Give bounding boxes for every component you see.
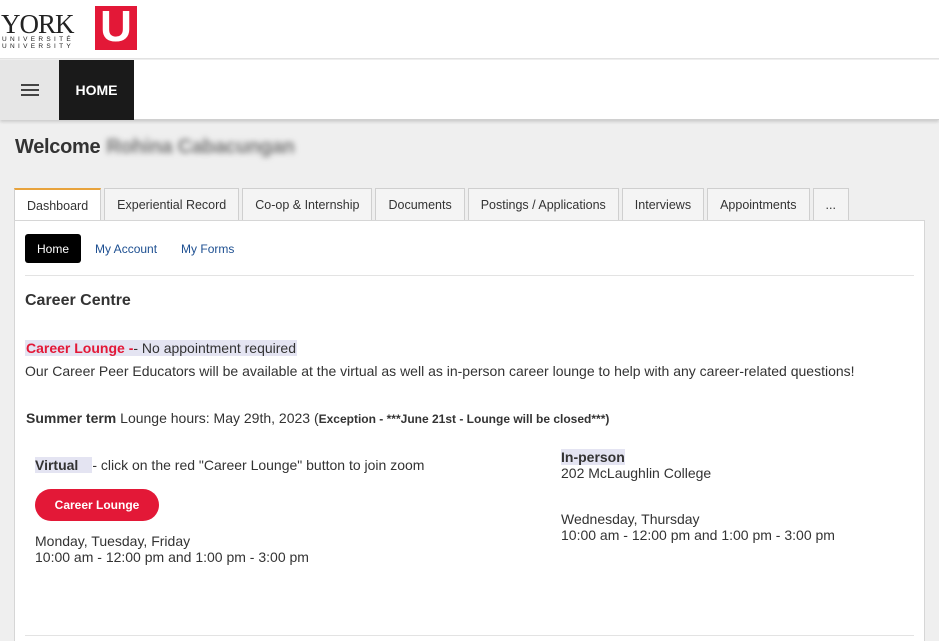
home-nav-button[interactable]: HOME	[59, 60, 134, 120]
user-name: Rohina Cabacungan	[106, 136, 295, 158]
lounge-description: Our Career Peer Educators will be availa…	[25, 363, 855, 379]
main-navbar: HOME	[0, 60, 939, 120]
inperson-label: In-person	[561, 449, 625, 465]
term-label: Summer term	[26, 410, 117, 426]
bottom-divider	[25, 635, 914, 636]
section-title: Career Centre	[25, 292, 131, 309]
tab-interviews[interactable]: Interviews	[621, 188, 705, 220]
divider	[25, 275, 914, 276]
career-lounge-label: Career Lounge -	[26, 340, 134, 356]
inperson-heading: In-person 202 McLaughlin College	[561, 449, 711, 481]
virtual-heading: Virtual - click on the red "Career Lounge…	[35, 457, 424, 473]
top-header: YORK UNIVERSITÉ UNIVERSITY U	[0, 0, 939, 59]
dashboard-panel: Home My Account My Forms Career Centre C…	[14, 220, 925, 641]
main-tabs: Dashboard Experiential Record Co-op & In…	[14, 188, 852, 221]
term-hours: Summer term Lounge hours: May 29th, 2023…	[26, 410, 609, 426]
sub-navigation: Home My Account My Forms	[25, 234, 246, 263]
tab-experiential-record[interactable]: Experiential Record	[104, 188, 240, 220]
career-lounge-heading: Career Lounge -- No appointment required	[25, 340, 298, 356]
virtual-days: Monday, Tuesday, Friday	[35, 533, 191, 549]
tab-coop-internship[interactable]: Co-op & Internship	[242, 188, 373, 220]
hamburger-menu-icon	[20, 84, 39, 96]
york-university-logo[interactable]: YORK UNIVERSITÉ UNIVERSITY U	[0, 4, 140, 52]
virtual-instructions: - click on the red "Career Lounge" butto…	[92, 457, 425, 473]
welcome-heading: Welcome Rohina Cabacungan	[15, 136, 295, 159]
inperson-days: Wednesday, Thursday	[561, 511, 700, 527]
subtab-my-account[interactable]: My Account	[83, 234, 169, 263]
tab-postings-applications[interactable]: Postings / Applications	[467, 188, 619, 220]
term-exception: Exception - ***June 21st - Lounge will b…	[318, 412, 610, 426]
tab-documents[interactable]: Documents	[375, 188, 465, 220]
subtab-my-forms[interactable]: My Forms	[169, 234, 246, 263]
inperson-hours: 10:00 am - 12:00 pm and 1:00 pm - 3:00 p…	[561, 527, 835, 543]
logo-subtitle-fr: UNIVERSITÉ	[2, 36, 75, 43]
virtual-hours: 10:00 am - 12:00 pm and 1:00 pm - 3:00 p…	[35, 549, 309, 565]
tab-appointments[interactable]: Appointments	[707, 188, 810, 220]
subtab-home[interactable]: Home	[25, 234, 82, 263]
virtual-schedule: Monday, Tuesday, Friday 10:00 am - 12:00…	[35, 533, 309, 565]
tab-more[interactable]: ...	[812, 188, 849, 220]
term-text: Lounge hours: May 29th, 2023 (	[116, 410, 319, 426]
hamburger-menu-button[interactable]	[0, 60, 59, 120]
no-appointment-text: - No appointment required	[133, 340, 297, 356]
logo-subtitle-en: UNIVERSITY	[2, 43, 75, 50]
virtual-label: Virtual	[35, 457, 93, 473]
inperson-location: 202 McLaughlin College	[561, 465, 712, 481]
career-lounge-button[interactable]: Career Lounge	[35, 489, 159, 521]
tab-dashboard[interactable]: Dashboard	[14, 188, 102, 221]
welcome-label: Welcome	[15, 136, 101, 158]
inperson-schedule: Wednesday, Thursday 10:00 am - 12:00 pm …	[561, 511, 835, 543]
logo-u-mark: U	[95, 4, 137, 50]
